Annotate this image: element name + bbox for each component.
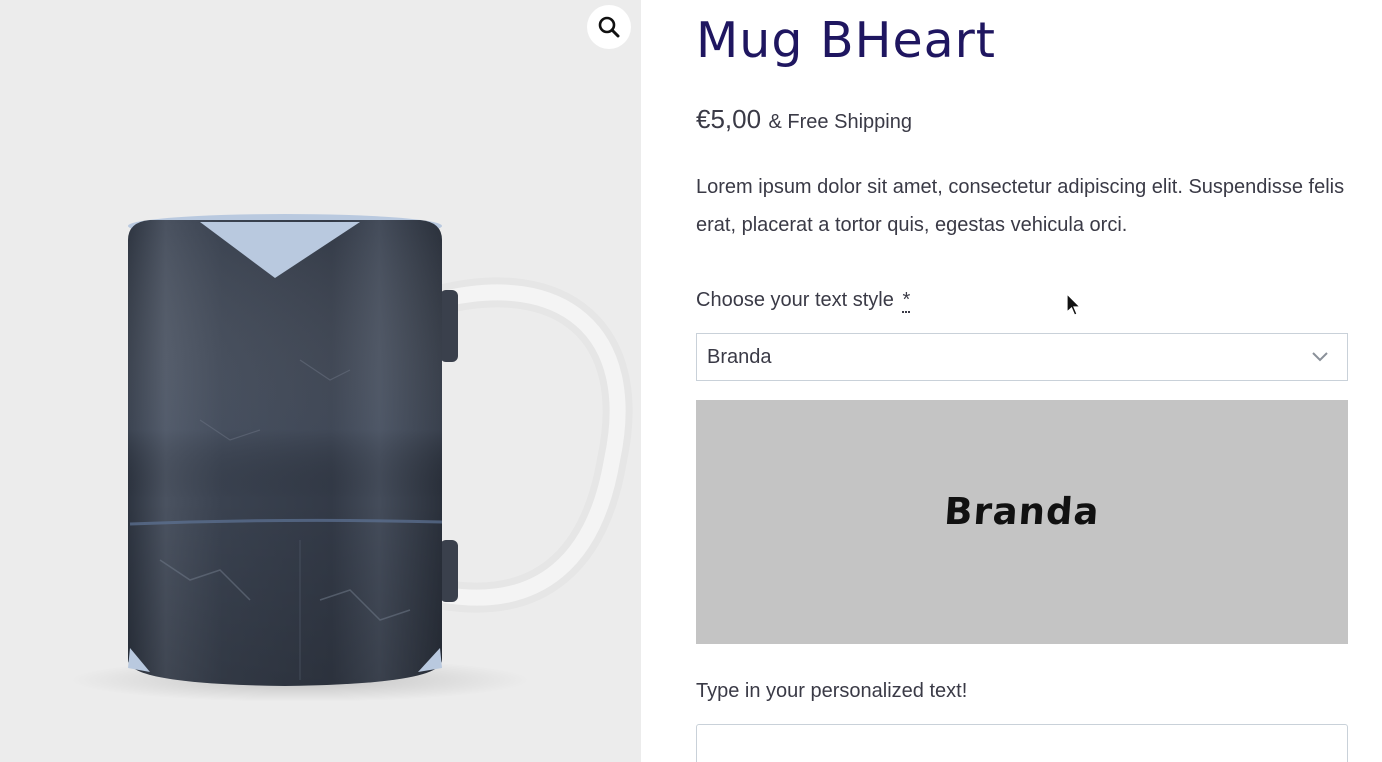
preview-text: Branda	[942, 490, 1102, 533]
personalized-text-input[interactable]	[696, 724, 1348, 762]
text-style-preview: Branda	[696, 400, 1348, 644]
text-style-selected-value: Branda	[707, 346, 772, 368]
text-style-label: Choose your text style *	[696, 289, 911, 313]
text-style-select[interactable]: Branda	[696, 333, 1348, 381]
mouse-cursor-icon	[1066, 293, 1082, 316]
mug-image[interactable]	[0, 0, 641, 762]
price-row: €5,00 & Free Shipping	[696, 104, 912, 135]
personalized-text-label: Type in your personalized text!	[696, 680, 968, 702]
magnifier-icon	[598, 16, 620, 38]
required-mark: *	[902, 289, 911, 313]
shipping-note: & Free Shipping	[768, 111, 912, 133]
product-price: €5,00	[696, 104, 762, 134]
zoom-button[interactable]	[587, 5, 631, 49]
product-title: Mug BHeart	[696, 12, 997, 69]
text-style-label-text: Choose your text style	[696, 289, 894, 311]
product-description: Lorem ipsum dolor sit amet, consectetur …	[696, 176, 1345, 236]
product-page: Mug BHeart €5,00 & Free Shipping Lorem i…	[0, 0, 1382, 762]
chevron-down-icon	[1312, 352, 1328, 362]
product-gallery	[0, 0, 641, 762]
